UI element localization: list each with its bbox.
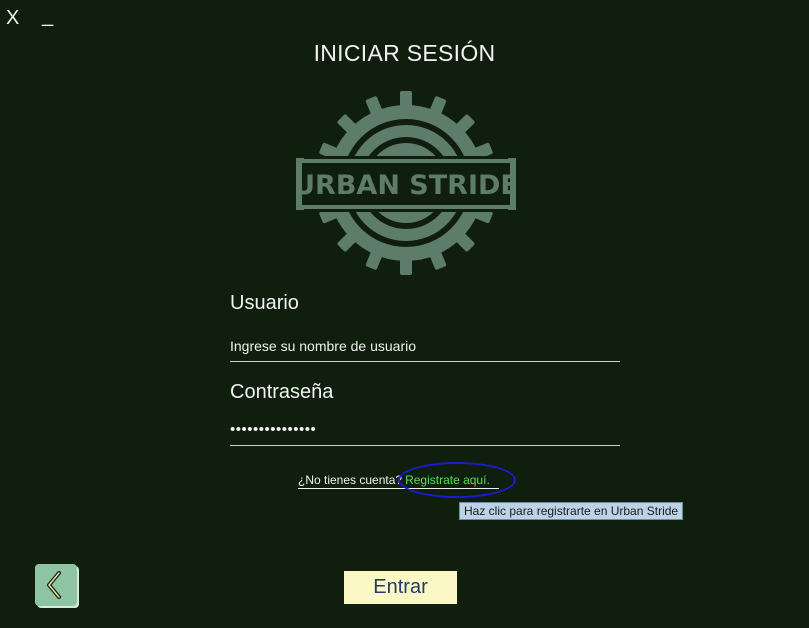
logo-text: URBAN STRIDE [296,170,516,201]
page-title: INICIAR SESIÓN [313,40,496,66]
minimize-button[interactable]: _ [42,6,53,26]
back-button[interactable] [35,564,77,606]
urban-stride-logo: URBAN STRIDE [296,91,516,275]
enter-button[interactable]: Entrar [344,571,457,604]
register-row: ¿No tienes cuenta? Registrate aquí. [298,473,499,489]
register-tooltip: Haz clic para registrarte en Urban Strid… [459,502,684,520]
register-link[interactable]: Registrate aquí. [405,473,490,487]
password-label: Contraseña [230,381,334,403]
username-label: Usuario [230,292,299,314]
password-input[interactable] [230,414,620,446]
chevron-left-icon [47,571,61,599]
username-input[interactable] [230,331,620,362]
register-prompt: ¿No tienes cuenta? [298,473,403,487]
close-button[interactable]: X [6,8,19,28]
